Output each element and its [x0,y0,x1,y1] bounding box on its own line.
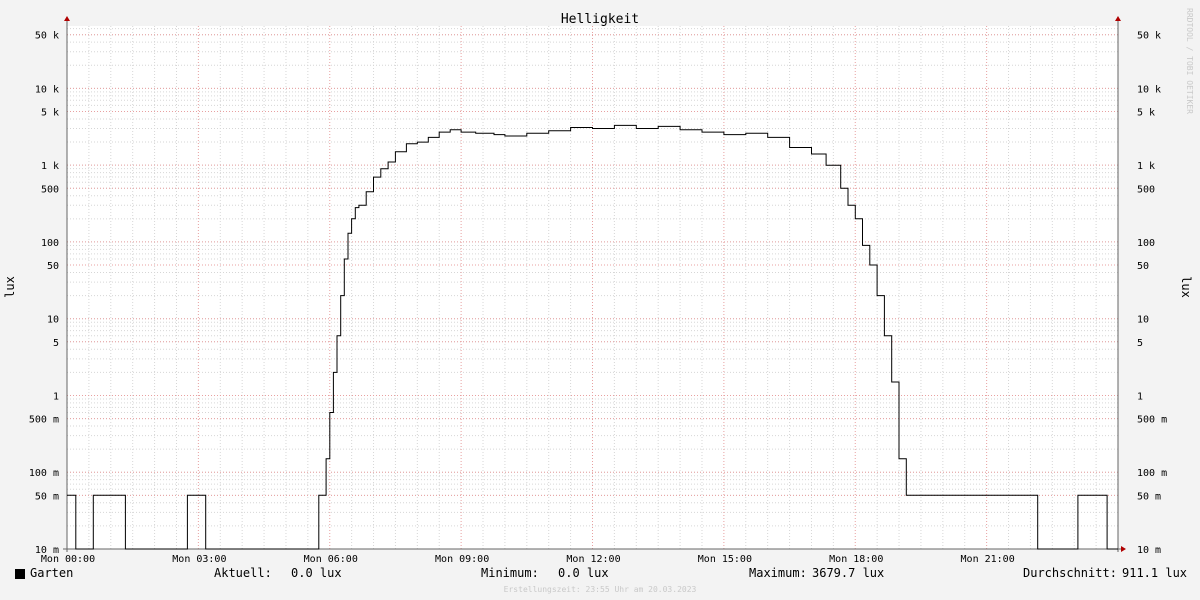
x-tick-labels: Mon 00:00 Mon 03:00 Mon 06:00 Mon 09:00 Mon … [41,554,1015,565]
y-tick-label-right: 5 k [1137,108,1155,119]
y-tick-label-left: 500 m [29,415,59,426]
current-label: Aktuell: [214,566,272,580]
y-tick-label-left: 10 [47,315,59,326]
footer-timestamp: Erstellungszeit: 23:55 Uhr am 20.03.2023 [503,585,697,594]
y-tick-label-right: 5 [1137,338,1143,349]
y-tick-label-left: 5 k [41,108,59,119]
y-tick-label-left: 500 [41,184,59,195]
maximum-value: 3679.7 lux [812,566,885,580]
legend-swatch [15,569,25,579]
y-tick-label-right: 100 [1137,238,1155,249]
y-axis-label-left: lux [3,276,17,298]
y-tick-label-right: 50 [1137,261,1149,272]
x-axis-arrow [1121,546,1126,552]
minimum-label: Minimum: [481,566,539,580]
average-value: 911.1 lux [1122,566,1188,580]
x-tick-label: Mon 06:00 [304,554,358,565]
y-tick-label-right: 50 k [1137,31,1161,42]
y-tick-label-right: 1 k [1137,161,1155,172]
x-tick-label: Mon 15:00 [698,554,752,565]
minimum-value: 0.0 lux [558,566,609,580]
y-tick-label-right: 100 m [1137,468,1167,479]
chart-title: Helligkeit [561,12,639,27]
y-tick-label-left: 1 [53,391,59,402]
y-tick-label-right: 10 [1137,315,1149,326]
y-tick-label-left: 1 k [41,161,59,172]
y-tick-label-right: 500 [1137,184,1155,195]
y-axis-arrow-left [64,16,70,21]
y-tick-label-left: 50 k [35,31,59,42]
y-tick-label-left: 50 m [35,491,59,502]
brightness-chart: 50 k 50 k 10 k 10 k 5 k 5 k 1 k 1 k 500 500 100 100… [3,8,1194,565]
y-axis-arrow-right [1115,16,1121,21]
y-tick-label-left: 5 [53,338,59,349]
y-tick-label-right: 1 [1137,391,1143,402]
x-tick-label: Mon 12:00 [566,554,620,565]
y-tick-label-right: 10 k [1137,84,1161,95]
x-tick-label: Mon 21:00 [961,554,1015,565]
x-tick-label: Mon 18:00 [829,554,883,565]
y-tick-label-left: 50 [47,261,59,272]
x-tick-label: Mon 03:00 [172,554,226,565]
x-tick-label: Mon 09:00 [435,554,489,565]
y-tick-label-right: 10 m [1137,545,1161,556]
maximum-label: Maximum: [749,566,807,580]
y-axis-label-right: lux [1179,276,1193,298]
y-tick-label-left: 100 m [29,468,59,479]
legend-series-name: Garten [30,566,74,580]
y-tick-label-right: 500 m [1137,415,1167,426]
y-tick-label-left: 100 [41,238,59,249]
watermark: RRDTOOL / TOBI OETIKER [1185,8,1194,114]
y-tick-label-right: 50 m [1137,491,1161,502]
legend: Garten Aktuell: 0.0 lux Minimum: 0.0 lux… [0,566,1200,584]
y-tick-label-left: 10 k [35,84,59,95]
x-tick-label: Mon 00:00 [41,554,95,565]
average-label: Durchschnitt: [1023,566,1117,580]
current-value: 0.0 lux [291,566,342,580]
